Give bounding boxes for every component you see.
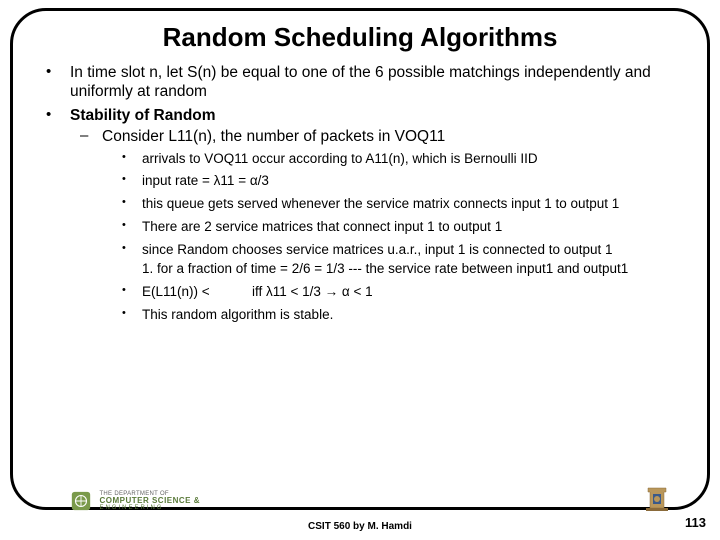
slide-content: In time slot n, let S(n) be equal to one… <box>40 63 680 324</box>
footer-center: CSIT 560 by M. Hamdi <box>308 521 412 532</box>
bullet-2-text: Stability of Random <box>70 107 216 124</box>
inner-4: There are 2 service matrices that connec… <box>102 219 680 236</box>
inner-7: This random algorithm is stable. <box>102 307 680 324</box>
slide-title: Random Scheduling Algorithms <box>40 22 680 53</box>
inner-5: since Random chooses service matrices u.… <box>102 242 680 278</box>
inner-1: arrivals to VOQ11 occur according to A11… <box>102 151 680 168</box>
page-number: 113 <box>685 515 706 530</box>
footer: CSIT 560 by M. Hamdi 113 <box>0 510 720 534</box>
bullet-2-sub: Consider L11(n), the number of packets i… <box>70 127 680 323</box>
cse-mark-icon <box>70 490 92 512</box>
dept-line2: COMPUTER SCIENCE & <box>99 497 200 505</box>
bullet-2: Stability of Random Consider L11(n), the… <box>40 106 680 324</box>
inner-6: E(L11(n)) < iff λ11 < 1/3 → α < 1 <box>102 284 680 301</box>
inner-2: input rate = λ11 = α/3 <box>102 173 680 190</box>
inner-3: this queue gets served whenever the serv… <box>102 196 680 213</box>
bullet-1: In time slot n, let S(n) be equal to one… <box>40 63 680 102</box>
